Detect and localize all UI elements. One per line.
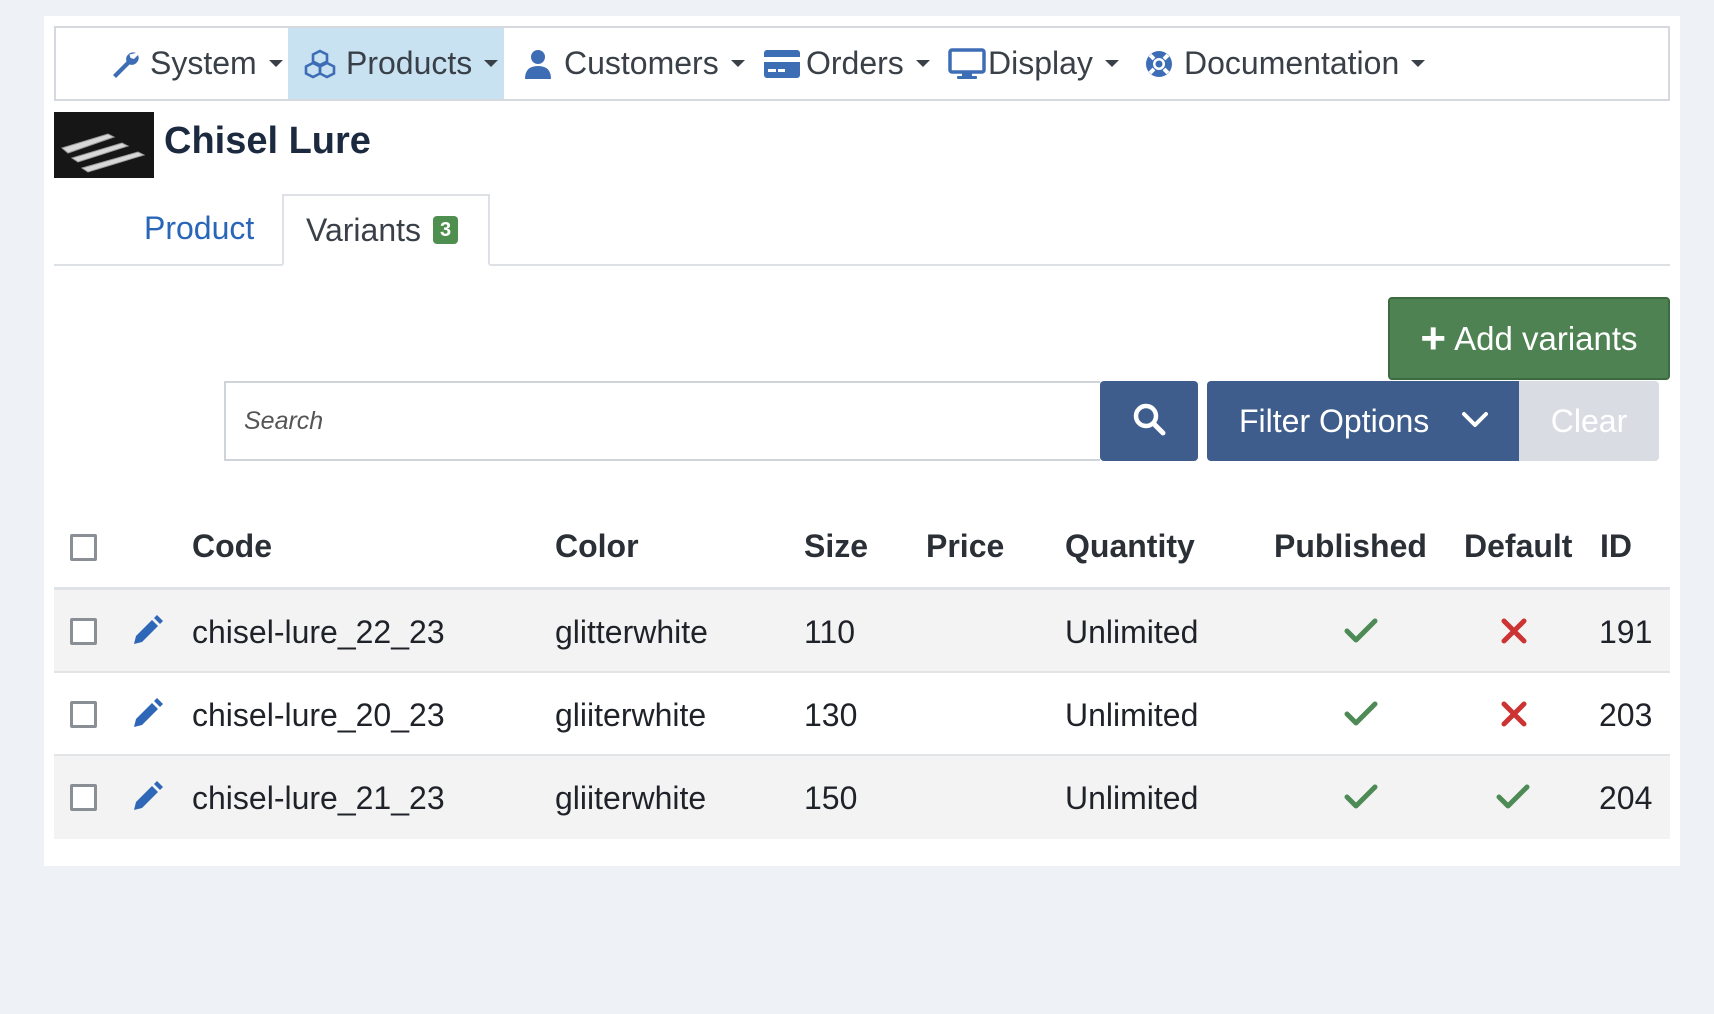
clear-button[interactable]: Clear [1519, 381, 1659, 461]
cell-color: gliiterwhite [555, 697, 707, 733]
cell-quantity: Unlimited [1065, 614, 1199, 650]
table-row: chisel-lure_22_23 glitterwhite 110 Unlim… [54, 590, 1670, 673]
cell-id: 191 [1599, 614, 1653, 650]
edit-pencil-icon[interactable] [130, 614, 164, 653]
nav-item-customers[interactable]: Customers [524, 28, 745, 99]
search-input[interactable] [224, 381, 1100, 461]
desktop-icon [948, 47, 986, 80]
chevron-down-icon [1411, 60, 1426, 67]
user-icon [524, 49, 552, 79]
filter-options-button[interactable]: Filter Options [1207, 381, 1519, 461]
row-checkbox[interactable] [70, 618, 97, 645]
cell-size: 150 [804, 780, 858, 816]
check-icon[interactable] [1344, 618, 1378, 649]
top-nav: System Products Customers Orders Display… [54, 26, 1670, 101]
header-color[interactable]: Color [555, 528, 639, 565]
life-ring-icon [1144, 49, 1174, 79]
variants-table: Code Color Size Price Quantity Published… [54, 506, 1670, 839]
header-code[interactable]: Code [192, 528, 272, 565]
variants-count-badge: 3 [433, 216, 459, 244]
credit-card-icon [764, 49, 800, 78]
nav-label-display: Display [988, 45, 1093, 81]
check-icon[interactable] [1496, 784, 1530, 815]
header-quantity[interactable]: Quantity [1065, 528, 1195, 565]
nav-label-orders: Orders [806, 45, 904, 81]
tab-variants-label: Variants [306, 211, 422, 248]
cell-color: glitterwhite [555, 614, 708, 650]
add-variants-label: Add variants [1454, 319, 1638, 357]
nav-item-products[interactable]: Products [288, 28, 504, 99]
chevron-down-icon [268, 60, 283, 67]
nav-item-orders[interactable]: Orders [764, 28, 930, 99]
page-title: Chisel Lure [164, 120, 371, 162]
nav-label-customers: Customers [564, 45, 719, 81]
tab-variants[interactable]: Variants 3 [282, 194, 490, 266]
nav-label-system: System [150, 45, 257, 81]
plus-icon: + [1420, 313, 1447, 363]
table-row: chisel-lure_20_23 gliiterwhite 130 Unlim… [54, 673, 1670, 756]
row-checkbox[interactable] [70, 701, 97, 728]
nav-item-documentation[interactable]: Documentation [1144, 28, 1426, 99]
edit-pencil-icon[interactable] [130, 780, 164, 819]
cross-icon[interactable] [1501, 618, 1527, 649]
cell-size: 110 [804, 614, 856, 650]
add-variants-button[interactable]: + Add variants [1388, 297, 1670, 380]
chevron-down-icon [484, 60, 499, 67]
check-icon[interactable] [1344, 701, 1378, 732]
cell-code: chisel-lure_20_23 [192, 697, 445, 733]
cell-quantity: Unlimited [1065, 697, 1199, 733]
row-checkbox[interactable] [70, 784, 97, 811]
header-published[interactable]: Published [1274, 528, 1427, 565]
cell-id: 204 [1599, 780, 1653, 816]
nav-label-documentation: Documentation [1184, 45, 1400, 81]
header-size[interactable]: Size [804, 528, 868, 565]
nav-label-products: Products [346, 45, 473, 81]
cell-id: 203 [1599, 697, 1653, 733]
nav-item-display[interactable]: Display [948, 28, 1119, 99]
filter-options-label: Filter Options [1239, 402, 1430, 439]
table-row: chisel-lure_21_23 gliiterwhite 150 Unlim… [54, 756, 1670, 839]
tab-product[interactable]: Product [144, 210, 254, 247]
cell-quantity: Unlimited [1065, 780, 1199, 816]
header-price[interactable]: Price [926, 528, 1004, 565]
product-thumbnail [54, 112, 154, 178]
header-default[interactable]: Default [1464, 528, 1572, 565]
cell-color: gliiterwhite [555, 780, 707, 816]
select-all-checkbox[interactable] [70, 534, 97, 561]
table-header: Code Color Size Price Quantity Published… [54, 506, 1670, 590]
header-id[interactable]: ID [1600, 528, 1632, 565]
cell-code: chisel-lure_22_23 [192, 614, 445, 650]
search-button[interactable] [1100, 381, 1198, 461]
search-icon [1132, 402, 1166, 441]
cross-icon[interactable] [1501, 701, 1527, 732]
main-panel: System Products Customers Orders Display… [44, 16, 1680, 866]
chevron-down-icon [1104, 60, 1119, 67]
wrench-icon [110, 49, 140, 79]
cell-code: chisel-lure_21_23 [192, 780, 445, 816]
chevron-down-icon [730, 60, 745, 67]
check-icon[interactable] [1344, 784, 1378, 815]
chevron-down-icon [915, 60, 930, 67]
cubes-icon [304, 49, 336, 79]
nav-item-system[interactable]: System [110, 28, 283, 99]
cell-size: 130 [804, 697, 858, 733]
edit-pencil-icon[interactable] [130, 697, 164, 736]
